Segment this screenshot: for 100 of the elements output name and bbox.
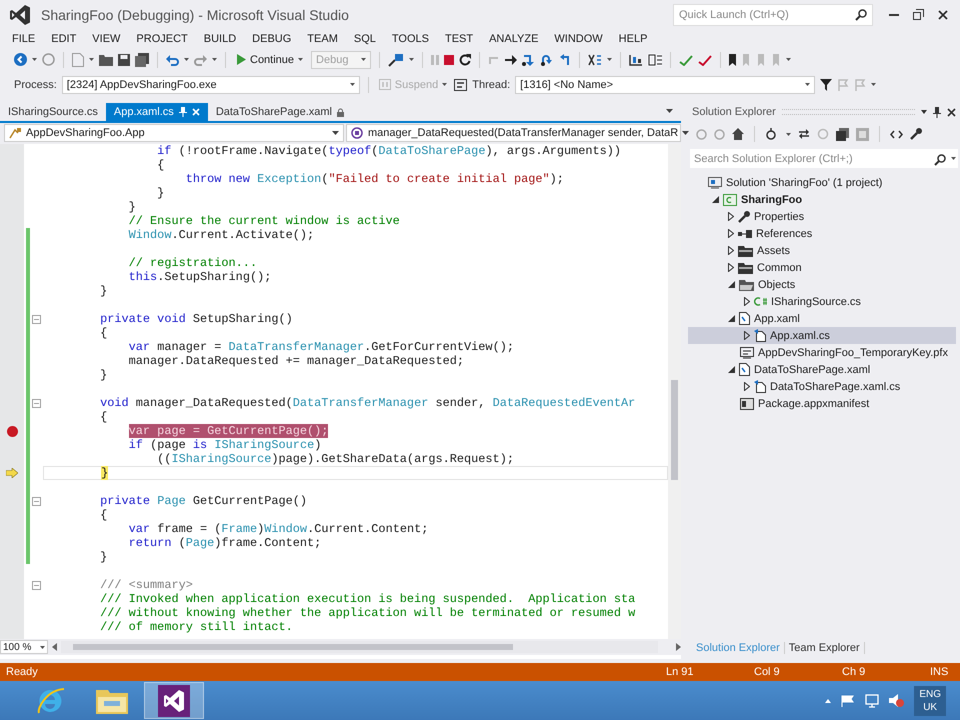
- speaker-icon[interactable]: [889, 694, 904, 708]
- step-out-icon[interactable]: [558, 54, 572, 66]
- hex-icon[interactable]: [588, 54, 602, 66]
- caret-icon[interactable]: [89, 58, 94, 62]
- menu-item[interactable]: VIEW: [84, 32, 128, 45]
- scroll-right-icon[interactable]: [676, 643, 681, 652]
- caret-icon[interactable]: [409, 58, 414, 62]
- arrows-icon[interactable]: [798, 128, 810, 140]
- tree-item[interactable]: AppDevSharingFoo_TemporaryKey.pfx: [688, 344, 956, 362]
- document-tab[interactable]: DataToSharePage.xaml: [208, 103, 352, 122]
- pin-icon[interactable]: [933, 106, 941, 118]
- attach-icon[interactable]: [388, 52, 404, 67]
- expanded-arrow-icon[interactable]: [728, 281, 735, 288]
- tree-item[interactable]: DataToSharePage.xaml: [688, 361, 956, 378]
- menu-item[interactable]: ANALYZE: [481, 32, 546, 45]
- close-icon[interactable]: [947, 108, 956, 117]
- network-icon[interactable]: [865, 694, 880, 708]
- restore-icon[interactable]: [913, 9, 924, 20]
- panel-tab[interactable]: Team Explorer: [784, 642, 865, 654]
- caret-icon[interactable]: [871, 83, 876, 86]
- tree-item[interactable]: Common: [688, 259, 956, 276]
- horizontal-scrollbar[interactable]: [61, 641, 658, 654]
- document-tab[interactable]: ISharingSource.cs: [0, 103, 106, 122]
- tree-item[interactable]: Package.appxmanifest: [688, 395, 956, 412]
- menu-item[interactable]: DEBUG: [244, 32, 300, 45]
- code-line: }: [99, 368, 108, 382]
- collapsed-arrow-icon[interactable]: [728, 263, 734, 272]
- tree-item[interactable]: App.xaml: [688, 310, 956, 328]
- tree-item[interactable]: Objects: [688, 276, 956, 294]
- tree-item[interactable]: SharingFoo: [688, 191, 956, 208]
- bookmark-icon[interactable]: [729, 54, 736, 66]
- menu-item[interactable]: FILE: [4, 32, 44, 45]
- tree-item[interactable]: DataToSharePage.xaml.cs: [688, 378, 956, 396]
- collapse-icon[interactable]: [32, 314, 41, 324]
- collapsed-arrow-icon[interactable]: [728, 212, 734, 222]
- zoom-dropdown[interactable]: 100 %: [0, 640, 48, 654]
- scroll-left-icon[interactable]: [52, 643, 57, 652]
- menu-item[interactable]: TOOLS: [384, 32, 437, 45]
- show-hidden-icons-icon[interactable]: [825, 698, 832, 703]
- search-field[interactable]: Search Solution Explorer (Ctrl+;): [690, 149, 958, 168]
- step-into-icon[interactable]: [522, 54, 536, 66]
- tree-item[interactable]: App.xaml.cs: [688, 327, 956, 344]
- stop-icon[interactable]: [444, 54, 454, 65]
- code-line: /// without knowing whether the application will be terminated or resumed w: [99, 606, 636, 620]
- expanded-arrow-icon[interactable]: [728, 315, 735, 322]
- menu-item[interactable]: TEAM: [299, 32, 346, 45]
- collapse-icon[interactable]: [32, 496, 41, 506]
- process-label: Process:: [14, 78, 57, 91]
- collapse-icon[interactable]: [32, 580, 41, 590]
- thread-dropdown[interactable]: [1316] <No Name>: [515, 76, 816, 94]
- quick-launch-field[interactable]: Quick Launch (Ctrl+Q): [673, 4, 873, 26]
- close-icon[interactable]: [938, 10, 948, 20]
- caret-icon[interactable]: [786, 132, 791, 136]
- tree-item[interactable]: ISharingSource.cs: [688, 293, 956, 310]
- breakpoint-icon[interactable]: [6, 426, 18, 437]
- restart-icon[interactable]: [459, 54, 472, 66]
- tree-item[interactable]: Assets: [688, 242, 956, 260]
- collapsed-arrow-icon[interactable]: [728, 246, 734, 256]
- menu-item[interactable]: EDIT: [43, 32, 84, 45]
- filter-icon[interactable]: [820, 78, 832, 91]
- home-icon[interactable]: [732, 128, 744, 140]
- menu-item[interactable]: HELP: [610, 32, 656, 45]
- collapsed-arrow-icon[interactable]: [744, 331, 750, 340]
- save-all-icon[interactable]: [135, 52, 149, 67]
- caret-icon[interactable]: [184, 58, 189, 62]
- menu-item[interactable]: TEST: [436, 32, 482, 45]
- menu-item[interactable]: PROJECT: [128, 32, 196, 45]
- menu-item[interactable]: BUILD: [196, 32, 244, 45]
- folder-icon[interactable]: [99, 54, 113, 66]
- continue-button[interactable]: Continue: [234, 52, 306, 68]
- tree-item[interactable]: References: [688, 225, 956, 242]
- process-dropdown[interactable]: [2324] AppDevSharingFoo.exe: [62, 76, 360, 94]
- taskbar-button[interactable]: [144, 682, 204, 720]
- caret-icon[interactable]: [786, 58, 792, 62]
- menu-item[interactable]: SQL: [346, 32, 384, 45]
- caret-icon[interactable]: [32, 58, 37, 62]
- right-arrow-icon[interactable]: [505, 54, 518, 65]
- stack-icon[interactable]: [648, 54, 662, 66]
- step-over-icon[interactable]: [540, 54, 554, 66]
- tree-item[interactable]: Properties: [688, 208, 956, 226]
- collapsed-arrow-icon[interactable]: [744, 382, 750, 392]
- wrench-icon[interactable]: [910, 128, 922, 140]
- caret-icon[interactable]: [921, 110, 927, 114]
- caret-icon[interactable]: [212, 58, 217, 62]
- minimize-icon[interactable]: [889, 14, 899, 16]
- collapse-icon[interactable]: [32, 398, 41, 408]
- collapsed-arrow-icon[interactable]: [728, 229, 734, 238]
- tree-item[interactable]: Solution 'SharingFoo' (1 project): [688, 174, 956, 192]
- language-indicator[interactable]: ENG UK: [914, 686, 946, 716]
- caret-icon[interactable]: [607, 58, 612, 62]
- expanded-arrow-icon[interactable]: [712, 196, 719, 204]
- menu-item[interactable]: WINDOW: [546, 32, 611, 45]
- code-line: var frame = (Frame)Window.Current.Content;: [128, 522, 430, 536]
- save-icon[interactable]: [118, 54, 130, 66]
- undo-icon[interactable]: [166, 54, 179, 66]
- type-dropdown[interactable]: AppDevSharingFoo.App: [4, 124, 344, 142]
- caret-icon[interactable]: [666, 109, 673, 114]
- collapsed-arrow-icon[interactable]: [744, 297, 750, 306]
- expanded-arrow-icon[interactable]: [728, 366, 735, 374]
- code-icon[interactable]: [890, 130, 903, 139]
